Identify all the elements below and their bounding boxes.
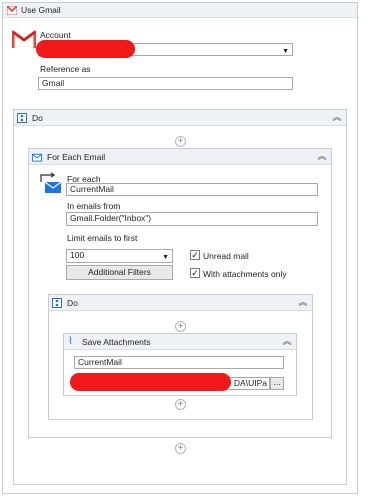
limit-dropdown[interactable]: 100 ▼	[66, 249, 173, 263]
use-gmail-title: Use Gmail	[21, 5, 61, 15]
save-attachments-header[interactable]: ⌇ Save Attachments ︽	[64, 334, 296, 350]
collapse-icon[interactable]: ︽	[298, 297, 308, 307]
paperclip-icon: ⌇	[68, 336, 73, 347]
sequence-icon	[52, 298, 62, 308]
do-inner-header[interactable]: Do ︽	[49, 295, 312, 311]
reference-label: Reference as	[40, 64, 91, 74]
add-activity-plus-icon[interactable]: +	[175, 136, 186, 147]
collapse-icon[interactable]: ︽	[332, 112, 342, 122]
emails-from-value: Gmail.Folder("Inbox")	[70, 213, 152, 223]
account-label: Account	[40, 30, 71, 40]
emails-from-input[interactable]: Gmail.Folder("Inbox")	[66, 212, 318, 226]
mail-message-value: CurrentMail	[78, 357, 122, 367]
for-each-header[interactable]: For Each Email ︽	[29, 149, 331, 165]
gmail-logo-icon	[11, 29, 37, 49]
for-each-title: For Each Email	[47, 152, 106, 162]
for-each-variable-value: CurrentMail	[70, 184, 114, 194]
do-inner-title: Do	[67, 298, 78, 308]
folder-path-value: DA\UIPa	[233, 378, 267, 388]
unread-mail-checkbox[interactable]: ✓	[190, 250, 200, 260]
gmail-small-icon	[6, 5, 18, 16]
chevron-down-icon: ▼	[162, 254, 169, 261]
mail-loop-icon	[32, 153, 42, 162]
with-attachments-label: With attachments only	[203, 269, 287, 279]
use-gmail-header[interactable]: Use Gmail	[3, 3, 357, 18]
for-each-variable-input[interactable]: CurrentMail	[66, 183, 318, 196]
mail-message-input[interactable]: CurrentMail	[74, 356, 284, 369]
chevron-down-icon: ▼	[282, 48, 289, 55]
redaction-mark-path	[70, 373, 231, 391]
do-outer-header[interactable]: Do ︽	[14, 110, 346, 126]
add-activity-plus-icon[interactable]: +	[175, 443, 186, 454]
reference-input[interactable]: Gmail	[38, 77, 293, 90]
do-outer-title: Do	[32, 113, 43, 123]
add-activity-plus-icon[interactable]: +	[175, 321, 186, 332]
sequence-icon	[17, 113, 27, 123]
add-activity-plus-icon[interactable]: +	[175, 399, 186, 410]
additional-filters-button[interactable]: Additional Filters	[66, 265, 173, 280]
collapse-icon[interactable]: ︽	[282, 336, 292, 346]
emails-from-label: In emails from	[67, 201, 121, 211]
save-attachments-title: Save Attachments	[82, 337, 151, 347]
for-each-envelope-icon	[39, 172, 63, 194]
limit-label: Limit emails to first	[67, 233, 138, 243]
limit-value: 100	[70, 250, 85, 260]
collapse-icon[interactable]: ︽	[317, 151, 327, 161]
unread-mail-label: Unread mail	[203, 251, 249, 261]
reference-value: Gmail	[42, 78, 65, 88]
with-attachments-checkbox[interactable]: ✓	[190, 268, 200, 278]
redaction-mark-account	[36, 40, 135, 58]
browse-button[interactable]: ...	[270, 377, 284, 390]
